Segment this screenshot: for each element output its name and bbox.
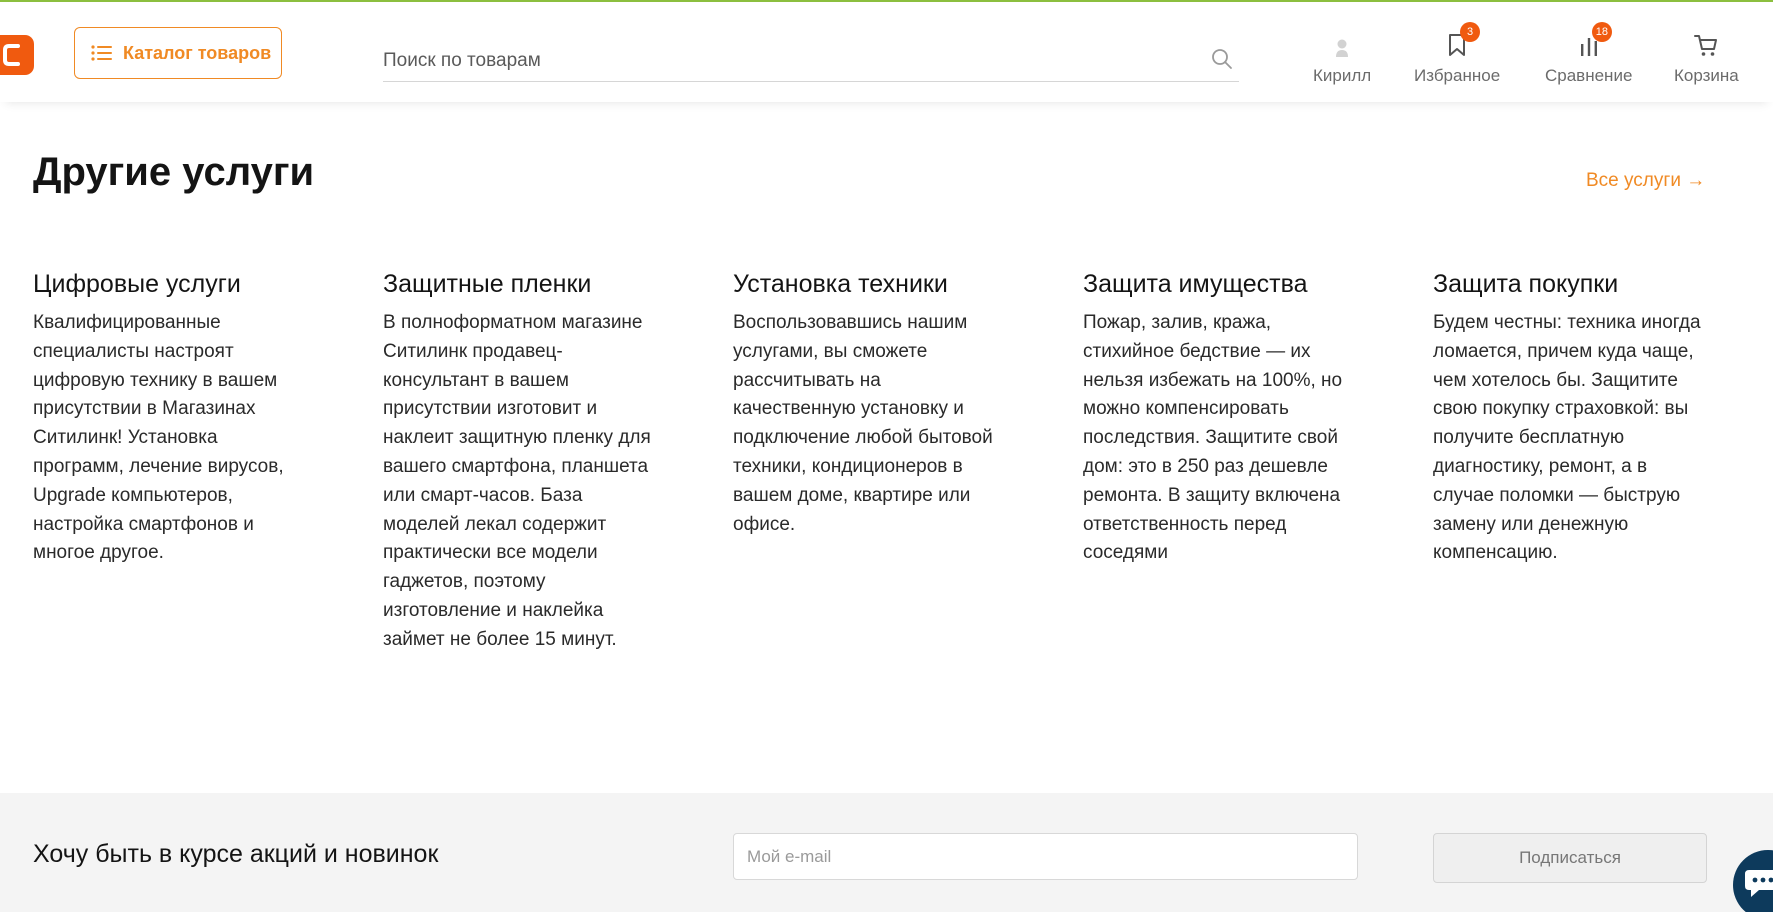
service-description: Квалифицированные специалисты настроят ц… [33,312,284,564]
catalog-button[interactable]: Каталог товаров [74,27,282,79]
service-card: Цифровые услуги Квалифицированные специа… [33,270,308,568]
header-user[interactable]: Кирилл [1313,30,1371,90]
catalog-button-label: Каталог товаров [123,42,272,63]
logo[interactable] [0,35,34,75]
subscribe-button[interactable]: Подписаться [1433,833,1707,883]
chat-icon [1745,870,1773,897]
search-bar [383,42,1239,82]
service-title[interactable]: Защита имущества [1083,270,1358,299]
header-favorites[interactable]: 3 Избранное [1414,22,1501,90]
subscribe-section: Хочу быть в курсе акций и новинок Подпис… [0,793,1773,912]
service-description: Воспользовавшись нашим услугами, вы смож… [733,312,993,535]
service-card: Защита покупки Будем честны: техника ино… [1433,270,1708,568]
email-field[interactable] [733,833,1358,880]
header-cart[interactable]: Корзина [1674,30,1739,90]
favorites-label: Избранное [1414,66,1501,85]
list-icon [91,45,112,61]
service-title[interactable]: Цифровые услуги [33,270,308,299]
service-title[interactable]: Защита покупки [1433,270,1708,299]
service-card: Защитные пленки В полноформатном магазин… [383,270,658,655]
service-title[interactable]: Защитные пленки [383,270,658,299]
header-compare[interactable]: 18 Сравнение [1545,22,1633,90]
page-title: Другие услуги [33,150,315,194]
user-label: Кирилл [1313,66,1372,85]
service-card: Защита имущества Пожар, залив, кража, ст… [1083,270,1358,568]
service-title[interactable]: Установка техники [733,270,1008,299]
subscribe-title: Хочу быть в курсе акций и новинок [33,840,439,868]
service-description: Пожар, залив, кража, стихийное бедствие … [1083,312,1343,564]
all-services-link[interactable]: Все услуги → [1586,170,1705,192]
logo-icon [3,44,20,66]
user-icon [1336,39,1349,57]
service-description: Будем честны: техника иногда ломается, п… [1433,312,1701,564]
service-description: В полноформатном магазине Ситилинк прода… [383,312,651,650]
service-card: Установка техники Воспользовавшись нашим… [733,270,1008,539]
search-input[interactable] [383,42,1183,80]
cart-label: Корзина [1674,66,1739,85]
site-header: Каталог товаров Кирилл 3 Избранное [0,2,1773,102]
cart-icon [1694,35,1718,56]
compare-label: Сравнение [1545,66,1633,85]
favorites-count-badge: 3 [1460,22,1481,42]
compare-count-badge: 18 [1591,22,1612,42]
search-icon[interactable] [1211,48,1233,70]
